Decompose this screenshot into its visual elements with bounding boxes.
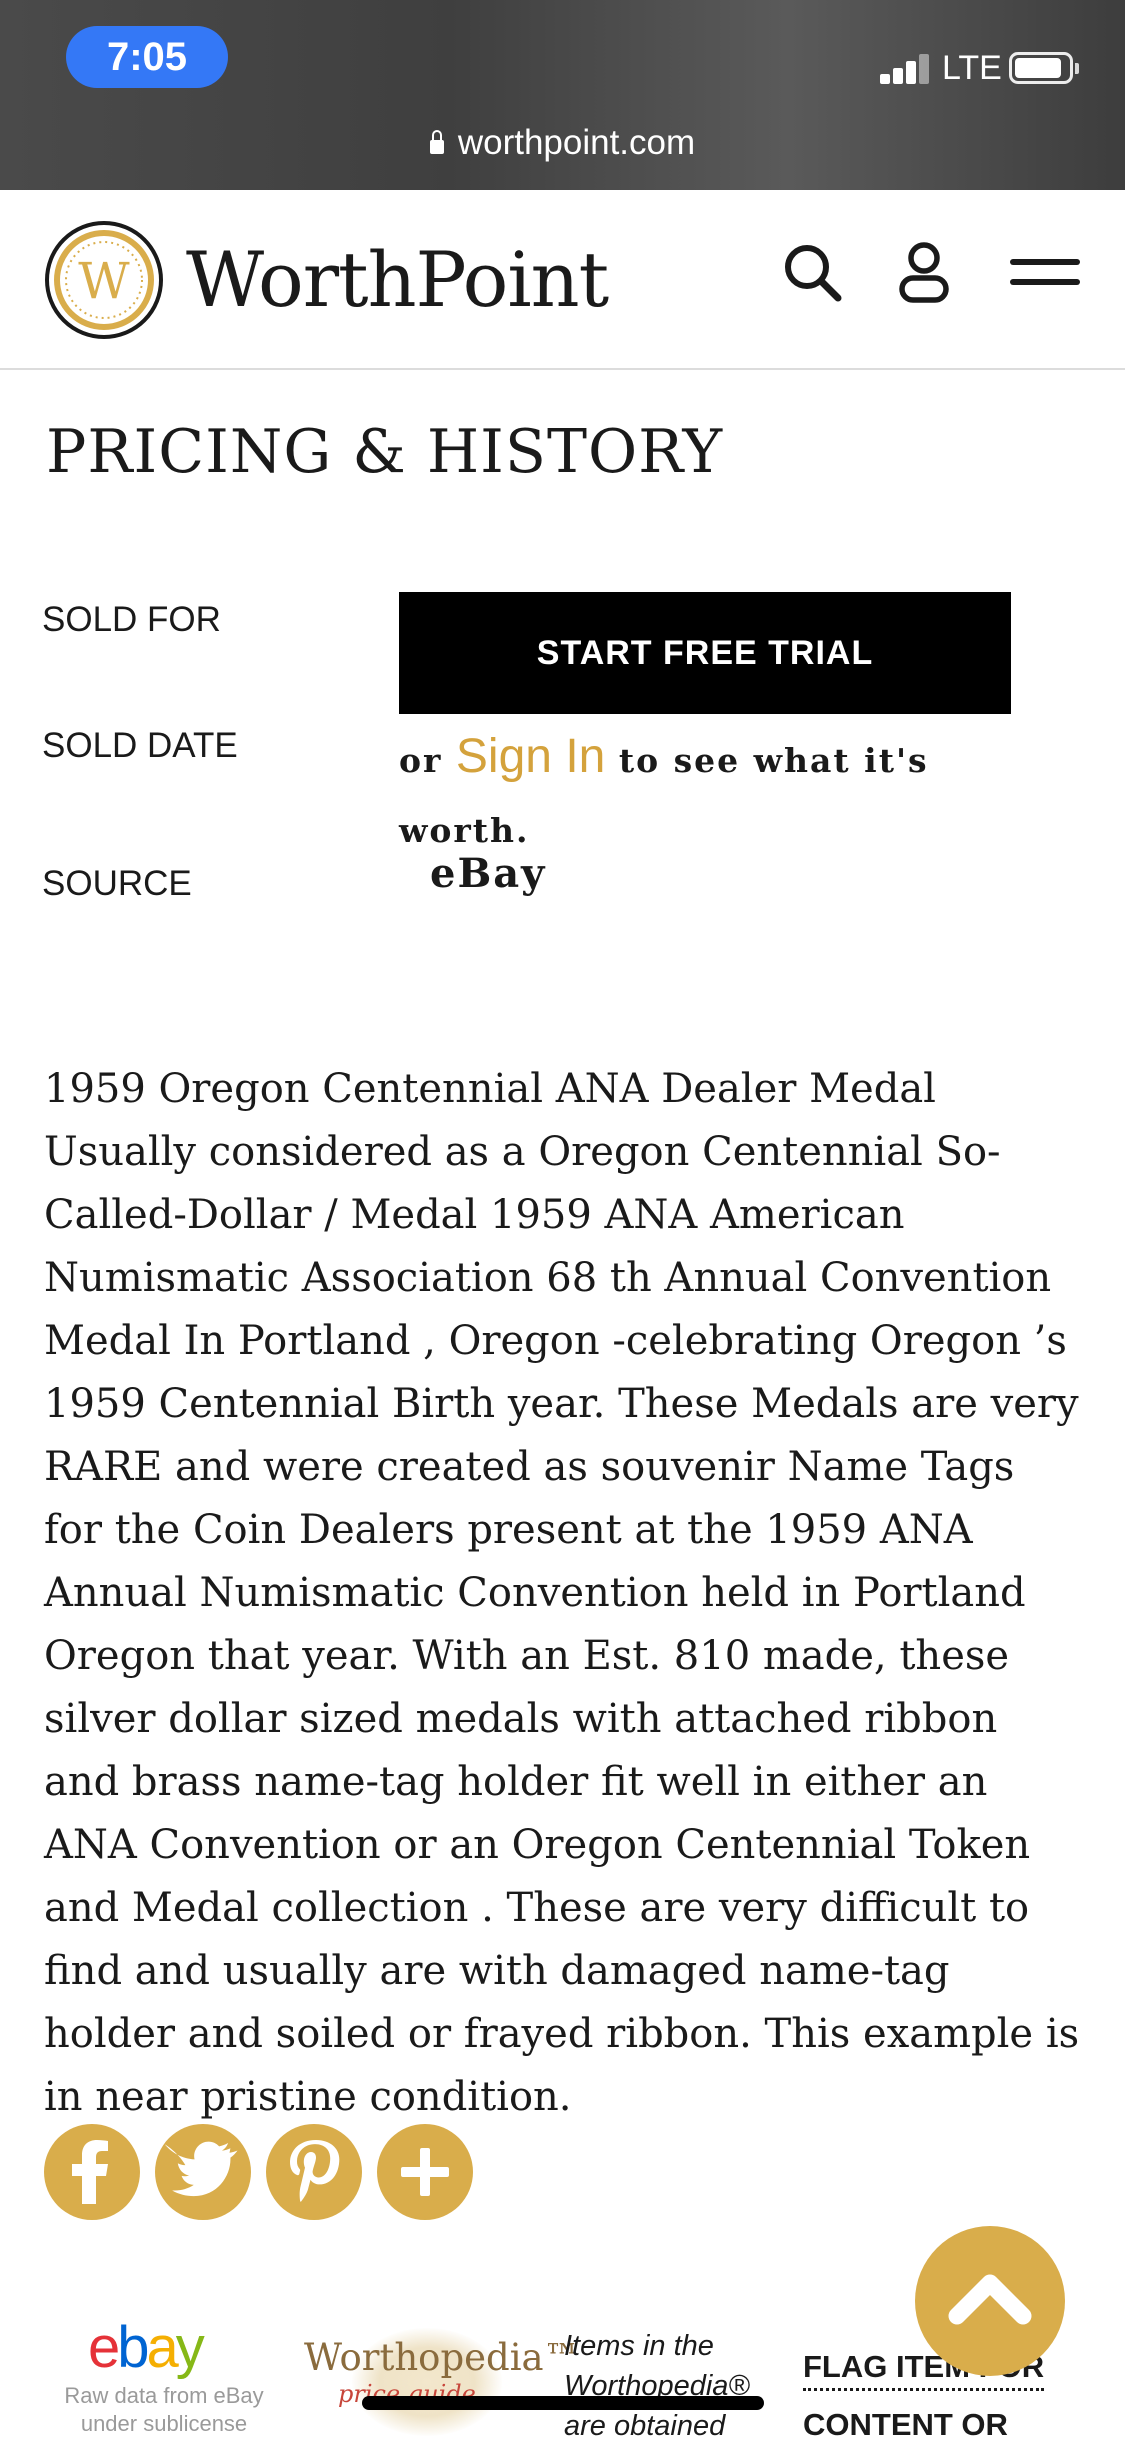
- status-time[interactable]: 7:05: [66, 26, 228, 88]
- battery-icon: [1009, 52, 1079, 84]
- sign-in-link[interactable]: Sign In: [456, 730, 605, 783]
- url-text: worthpoint.com: [457, 123, 696, 162]
- chevron-up-icon: [948, 2274, 1032, 2325]
- worthopedia-name: Worthopedia™: [304, 2336, 581, 2379]
- sold-date-label: SOLD DATE: [42, 726, 238, 765]
- ebay-letter-a: a: [146, 2315, 179, 2380]
- search-icon[interactable]: [780, 240, 844, 304]
- flag-line-2: CONTENT OR: [803, 2407, 1008, 2442]
- status-bar: 7:05 LTE worthpoint.com: [0, 0, 1125, 190]
- start-free-trial-button[interactable]: START FREE TRIAL: [399, 592, 1011, 714]
- share-pinterest-button[interactable]: [266, 2124, 362, 2220]
- plus-icon: [401, 2148, 449, 2196]
- source-value: eBay: [430, 850, 547, 897]
- ebay-caption: Raw data from eBay under sublicense: [64, 2383, 264, 2436]
- account-icon[interactable]: [892, 240, 956, 304]
- ebay-letter-b: b: [117, 2315, 149, 2380]
- home-indicator[interactable]: [362, 2396, 764, 2410]
- worthpoint-logo-icon[interactable]: W: [44, 220, 164, 340]
- share-facebook-button[interactable]: [44, 2124, 140, 2220]
- lock-icon: [429, 129, 444, 154]
- ebay-logo[interactable]: ebay: [88, 2315, 205, 2380]
- scroll-to-top-button[interactable]: [915, 2226, 1065, 2376]
- site-header: W WorthPoint: [0, 190, 1125, 370]
- logo-letter: W: [78, 252, 130, 310]
- site-logo-text[interactable]: WorthPoint: [186, 230, 609, 330]
- pinterest-icon: [290, 2140, 340, 2202]
- ebay-letter-y: y: [175, 2315, 205, 2380]
- address-bar[interactable]: worthpoint.com: [0, 118, 1125, 168]
- signal-strength-icon: [880, 52, 932, 84]
- menu-icon[interactable]: [1010, 240, 1080, 304]
- item-description: 1959 Oregon Centennial ANA Dealer Medal …: [44, 1066, 1080, 2120]
- share-twitter-button[interactable]: [155, 2124, 251, 2220]
- network-type: LTE: [942, 49, 1002, 87]
- ebay-letter-e: e: [88, 2315, 120, 2380]
- sold-for-label: SOLD FOR: [42, 600, 221, 639]
- worthopedia-logo[interactable]: Worthopedia™ price guide: [300, 2328, 581, 2436]
- signin-prompt: or Sign In to see what it's worth.: [399, 722, 1059, 866]
- pricing-history-title: PRICING & HISTORY: [46, 417, 724, 487]
- source-label: SOURCE: [42, 864, 192, 903]
- signin-prefix: or: [399, 741, 443, 780]
- facebook-icon: [72, 2140, 108, 2204]
- worthopedia-note: Items in the Worthopedia® are obtained: [564, 2330, 750, 2442]
- twitter-icon: [164, 2141, 238, 2197]
- share-more-button[interactable]: [377, 2124, 473, 2220]
